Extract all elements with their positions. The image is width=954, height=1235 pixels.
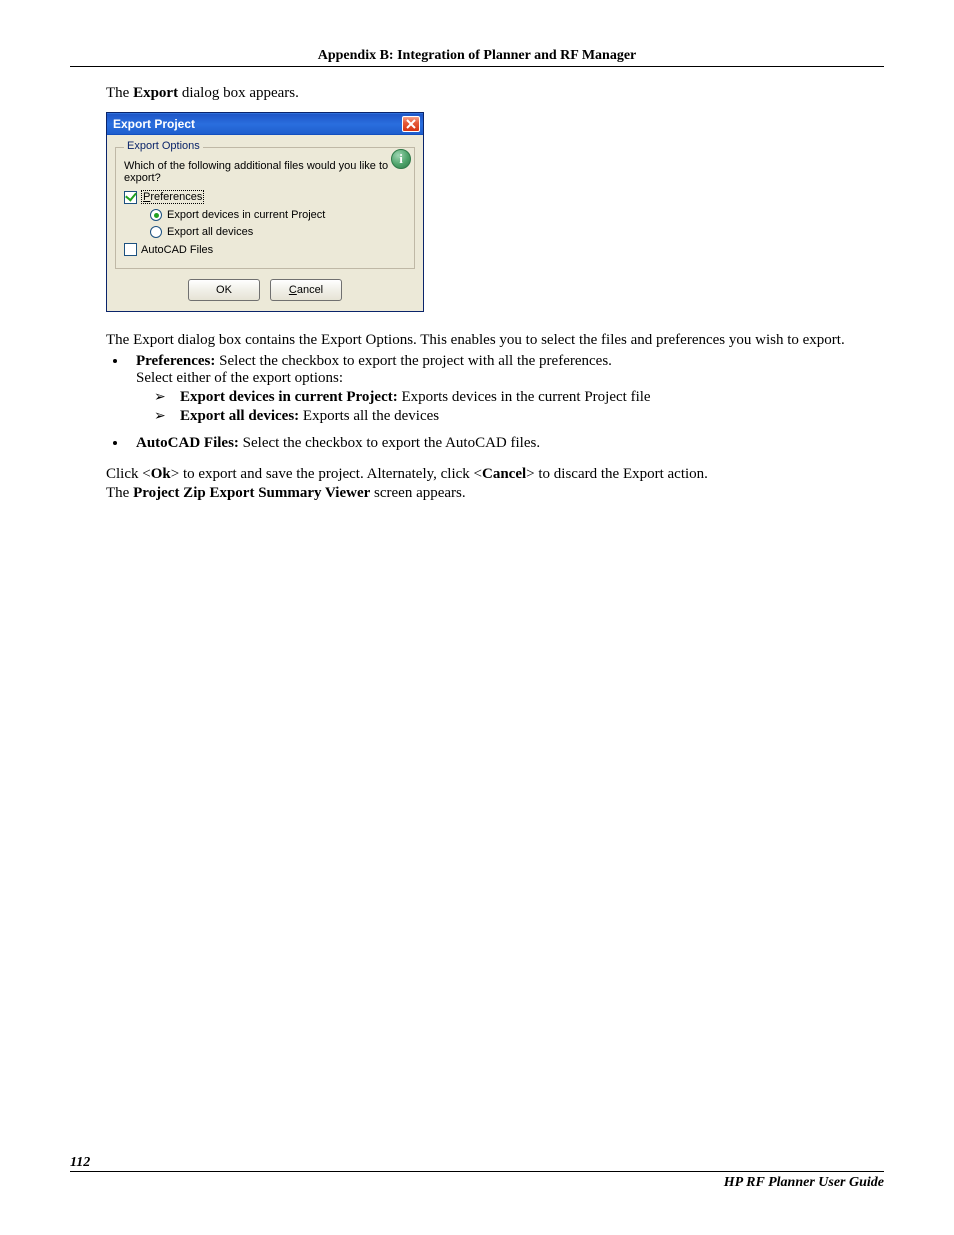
c1d: Cancel — [482, 466, 526, 482]
autocad-row[interactable]: AutoCAD Files — [124, 243, 408, 256]
bullet-list: Preferences: Select the checkbox to expo… — [106, 353, 884, 452]
tri1-bold: Export devices in current Project: — [180, 389, 398, 405]
cancel-rest: ancel — [297, 284, 323, 296]
group-legend: Export Options — [124, 140, 203, 152]
guide-title: HP RF Planner User Guide — [70, 1175, 884, 1191]
autocad-label: AutoCAD Files — [141, 244, 213, 256]
question-text: Which of the following additional files … — [124, 160, 408, 184]
tri-list: Export devices in current Project: Expor… — [154, 389, 884, 425]
c1a: Click < — [106, 466, 151, 482]
page-footer: 112 HP RF Planner User Guide — [70, 1155, 884, 1191]
preferences-label: Preferences — [141, 190, 204, 204]
bullet-preferences: Preferences: Select the checkbox to expo… — [128, 353, 884, 425]
footer-divider: HP RF Planner User Guide — [70, 1171, 884, 1191]
radio-all-devices-row[interactable]: Export all devices — [150, 226, 408, 238]
intro-paragraph: The Export dialog box appears. — [106, 85, 884, 102]
export-options-group: Export Options Which of the following ad… — [115, 147, 415, 269]
pref-subtext: Select either of the export options: — [136, 370, 884, 387]
header-title: Appendix B: Integration of Planner and R… — [318, 48, 637, 63]
description-paragraph: The Export dialog box contains the Expor… — [106, 332, 884, 349]
close-button[interactable] — [402, 116, 420, 132]
tri-item-2: Export all devices: Exports all the devi… — [154, 408, 884, 425]
c1e: > to discard the Export action. — [526, 466, 708, 482]
tri2-text: Exports all the devices — [299, 408, 439, 424]
preferences-checkbox[interactable] — [124, 191, 137, 204]
cancel-accel: C — [289, 284, 297, 296]
click-paragraph-1: Click <Ok> to export and save the projec… — [106, 466, 884, 483]
radio-current-project-row[interactable]: Export devices in current Project — [150, 209, 408, 221]
close-icon — [406, 119, 416, 129]
c1c: > to export and save the project. Altern… — [171, 466, 482, 482]
c1b: Ok — [151, 466, 171, 482]
intro-suffix: dialog box appears. — [178, 85, 299, 101]
radio-current-project[interactable] — [150, 209, 162, 221]
page-header: Appendix B: Integration of Planner and R… — [70, 48, 884, 67]
c2c: screen appears. — [370, 485, 465, 501]
page-number: 112 — [70, 1155, 884, 1171]
ok-label: OK — [216, 284, 232, 296]
radio-all-devices[interactable] — [150, 226, 162, 238]
tri-item-1: Export devices in current Project: Expor… — [154, 389, 884, 406]
pref-text: Select the checkbox to export the projec… — [215, 353, 612, 369]
ok-button[interactable]: OK — [188, 279, 260, 301]
tri1-text: Exports devices in the current Project f… — [398, 389, 651, 405]
pref-bold: Preferences: — [136, 353, 215, 369]
tri2-bold: Export all devices: — [180, 408, 299, 424]
dialog-titlebar: Export Project — [107, 113, 423, 135]
dialog-screenshot: Export Project i Export Options Which of… — [106, 112, 884, 312]
pref-rest: references — [150, 191, 202, 203]
bullet-autocad: AutoCAD Files: Select the checkbox to ex… — [128, 435, 884, 452]
c2b: Project Zip Export Summary Viewer — [133, 485, 370, 501]
auto-bold: AutoCAD Files: — [136, 435, 239, 451]
click-paragraph-2: The Project Zip Export Summary Viewer sc… — [106, 485, 884, 502]
autocad-checkbox[interactable] — [124, 243, 137, 256]
dialog-title: Export Project — [113, 117, 195, 131]
intro-prefix: The — [106, 85, 133, 101]
radio-current-label: Export devices in current Project — [167, 209, 325, 221]
c2a: The — [106, 485, 133, 501]
auto-text: Select the checkbox to export the AutoCA… — [239, 435, 540, 451]
export-dialog: Export Project i Export Options Which of… — [106, 112, 424, 312]
intro-bold: Export — [133, 85, 178, 101]
radio-all-label: Export all devices — [167, 226, 253, 238]
dialog-body: i Export Options Which of the following … — [107, 135, 423, 311]
dialog-button-row: OK Cancel — [115, 279, 415, 301]
preferences-row[interactable]: Preferences — [124, 190, 408, 204]
cancel-button[interactable]: Cancel — [270, 279, 342, 301]
